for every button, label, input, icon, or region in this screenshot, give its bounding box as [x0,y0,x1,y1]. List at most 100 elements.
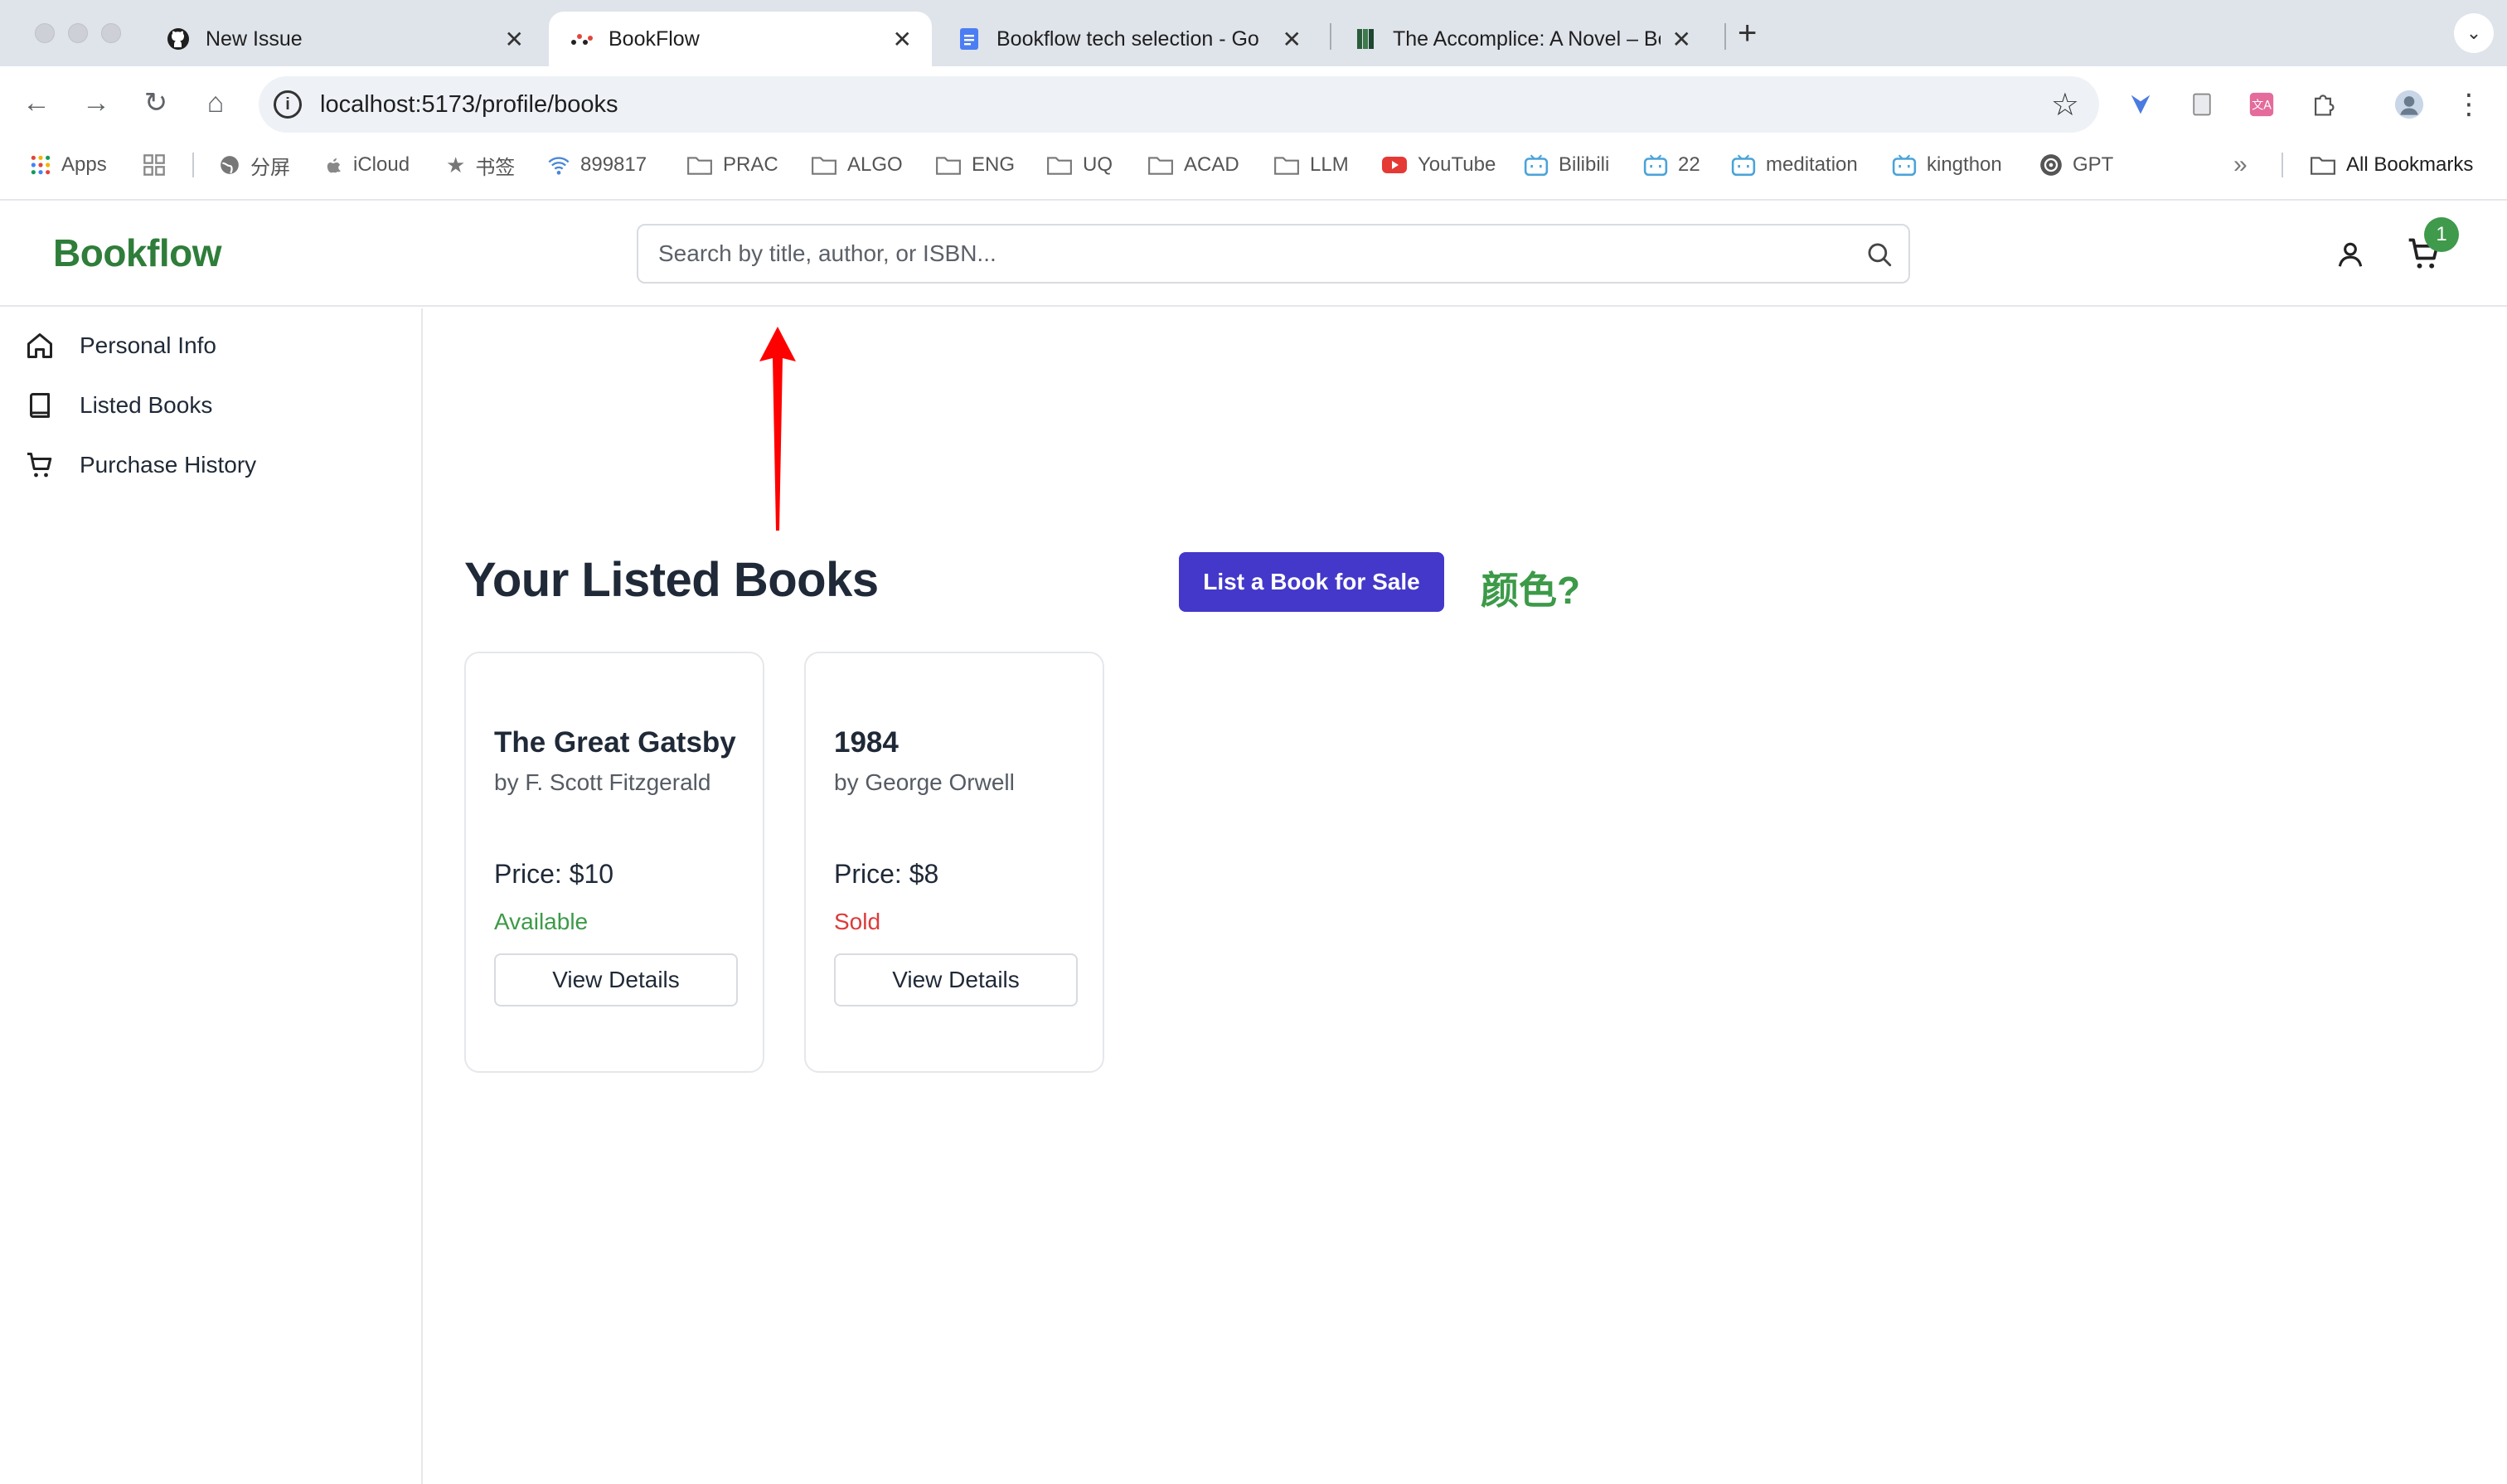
book-icon [30,393,50,418]
bookmark-label: GPT [2073,153,2114,176]
bookmarks-overflow-chevron-icon[interactable]: » [2233,151,2248,179]
sidebar-item-purchase-history[interactable]: Purchase History [25,444,256,486]
folder-icon [686,154,713,176]
book-price: Price: $10 [494,859,614,889]
bookmark-label: All Bookmarks [2346,153,2474,176]
book-price: Price: $8 [834,859,939,889]
bookmark-star-icon[interactable]: ☆ [2051,86,2079,124]
bookmark-label: LLM [1310,153,1349,176]
sidebar-item-listed-books[interactable]: Listed Books [25,385,212,426]
sidebar-item-label: Listed Books [80,392,213,418]
bookmark-gpt[interactable]: GPT [2039,151,2113,179]
folder-icon [935,154,962,176]
view-details-button[interactable]: View Details [834,953,1078,1006]
bookmark-split-screen[interactable]: 分屏 [219,151,290,179]
bookmark-icloud[interactable]: iCloud [323,151,410,179]
tab-the-accomplice[interactable]: The Accomplice: A Novel – Bo ✕ [1333,12,1711,66]
bookmark-bilibili[interactable]: Bilibili [1524,151,1609,179]
bookmark-folder-algo[interactable]: ALGO [811,151,903,179]
folder-icon [1046,154,1073,176]
tab-bookflow[interactable]: BookFlow ✕ [549,12,932,66]
back-arrow-icon[interactable]: ← [20,86,53,119]
close-icon[interactable]: ✕ [505,26,524,53]
sidebar-item-personal-info[interactable]: Personal Info [25,325,216,366]
tab-bookflow-tech-selection[interactable]: Bookflow tech selection - Go ✕ [937,12,1321,66]
openai-icon [2039,153,2063,177]
bookmark-label: 22 [1678,153,1700,176]
bookflow-favicon [569,27,594,51]
bookmark-meditation[interactable]: meditation [1731,151,1858,179]
extension-icon[interactable] [2126,90,2155,119]
bookmark-separator [2282,153,2283,177]
bookmark-all-bookmarks[interactable]: All Bookmarks [2310,151,2473,179]
folder-icon [1273,154,1300,176]
bookmark-label: ENG [972,153,1016,176]
bookmark-899817[interactable]: 899817 [547,151,647,179]
view-details-button[interactable]: View Details [494,953,738,1006]
bookmark-label: PRAC [723,153,778,176]
bookmark-shuqian[interactable]: ★ 书签 [446,151,515,179]
apps-grid-icon [30,154,51,176]
profile-avatar[interactable] [2394,90,2424,119]
bookmark-22[interactable]: 22 [1643,151,1700,179]
bookmark-folder-eng[interactable]: ENG [935,151,1015,179]
user-icon[interactable] [2335,239,2366,270]
site-info-icon[interactable]: i [274,90,302,119]
globe-icon [219,154,240,176]
window-zoom-button[interactable] [101,23,121,43]
bookmark-tab-groups[interactable] [143,151,176,179]
new-tab-button[interactable]: + [1738,17,1757,50]
bilibili-icon [1643,153,1668,177]
bookmark-folder-acad[interactable]: ACAD [1147,151,1239,179]
translate-extension-icon[interactable]: 文A [2247,90,2277,119]
search-input[interactable] [658,237,1819,270]
bookmark-folder-llm[interactable]: LLM [1273,151,1349,179]
bilibili-icon [1524,153,1549,177]
tab-title: New Issue [206,27,303,51]
tab-search-chevron-icon[interactable]: ⌄ [2454,13,2494,53]
extensions-puzzle-icon[interactable] [2308,90,2338,119]
bookmark-label: iCloud [353,153,410,176]
app-logo[interactable]: Bookflow [53,230,221,275]
page-title: Your Listed Books [464,553,879,607]
close-icon[interactable]: ✕ [1672,26,1691,53]
star-icon: ★ [446,152,466,177]
address-bar[interactable]: i localhost:5173/profile/books ☆ [259,76,2099,133]
document-extension-icon[interactable] [2187,90,2217,119]
reload-icon[interactable]: ↻ [139,86,172,119]
book-author: by F. Scott Fitzgerald [494,769,711,795]
folder-icon [1147,154,1174,176]
tab-new-issue[interactable]: New Issue ✕ [146,12,544,66]
bookmark-label: 书签 [475,156,516,179]
window-close-button[interactable] [35,23,55,43]
home-icon[interactable]: ⌂ [199,86,232,119]
tab-separator [1330,23,1331,50]
folder-icon [2310,154,2336,176]
wifi-icon [547,153,570,177]
svg-text:文A: 文A [2252,99,2272,113]
browser-menu-icon[interactable]: ⋮ [2454,89,2484,120]
apple-icon [323,154,343,176]
search-icon[interactable] [1865,240,1894,269]
bookmark-label: ACAD [1184,153,1239,176]
tab-groups-icon [143,153,166,177]
bookmark-folder-prac[interactable]: PRAC [686,151,778,179]
bookmark-label: Bilibili [1559,153,1610,176]
bookmark-folder-uq[interactable]: UQ [1046,151,1113,179]
close-icon[interactable]: ✕ [1283,26,1302,53]
list-book-for-sale-button[interactable]: List a Book for Sale [1179,552,1444,612]
google-docs-icon [957,27,982,51]
bookmark-label: kingthon [1927,153,2002,176]
forward-arrow-icon[interactable]: → [80,86,113,119]
bookmark-label: Apps [61,153,107,176]
tab-title: BookFlow [609,27,700,51]
folder-icon [811,154,837,176]
address-url[interactable]: localhost:5173/profile/books [320,91,618,119]
tab-title: The Accomplice: A Novel – Bo [1393,27,1661,51]
window-minimize-button[interactable] [68,23,88,43]
bookmark-apps[interactable]: Apps [30,151,107,179]
bookmark-kingthon[interactable]: kingthon [1892,151,2002,179]
close-icon[interactable]: ✕ [893,26,912,53]
bookmark-youtube[interactable]: YouTube [1381,151,1496,179]
bookmark-label: 分屏 [250,156,290,179]
